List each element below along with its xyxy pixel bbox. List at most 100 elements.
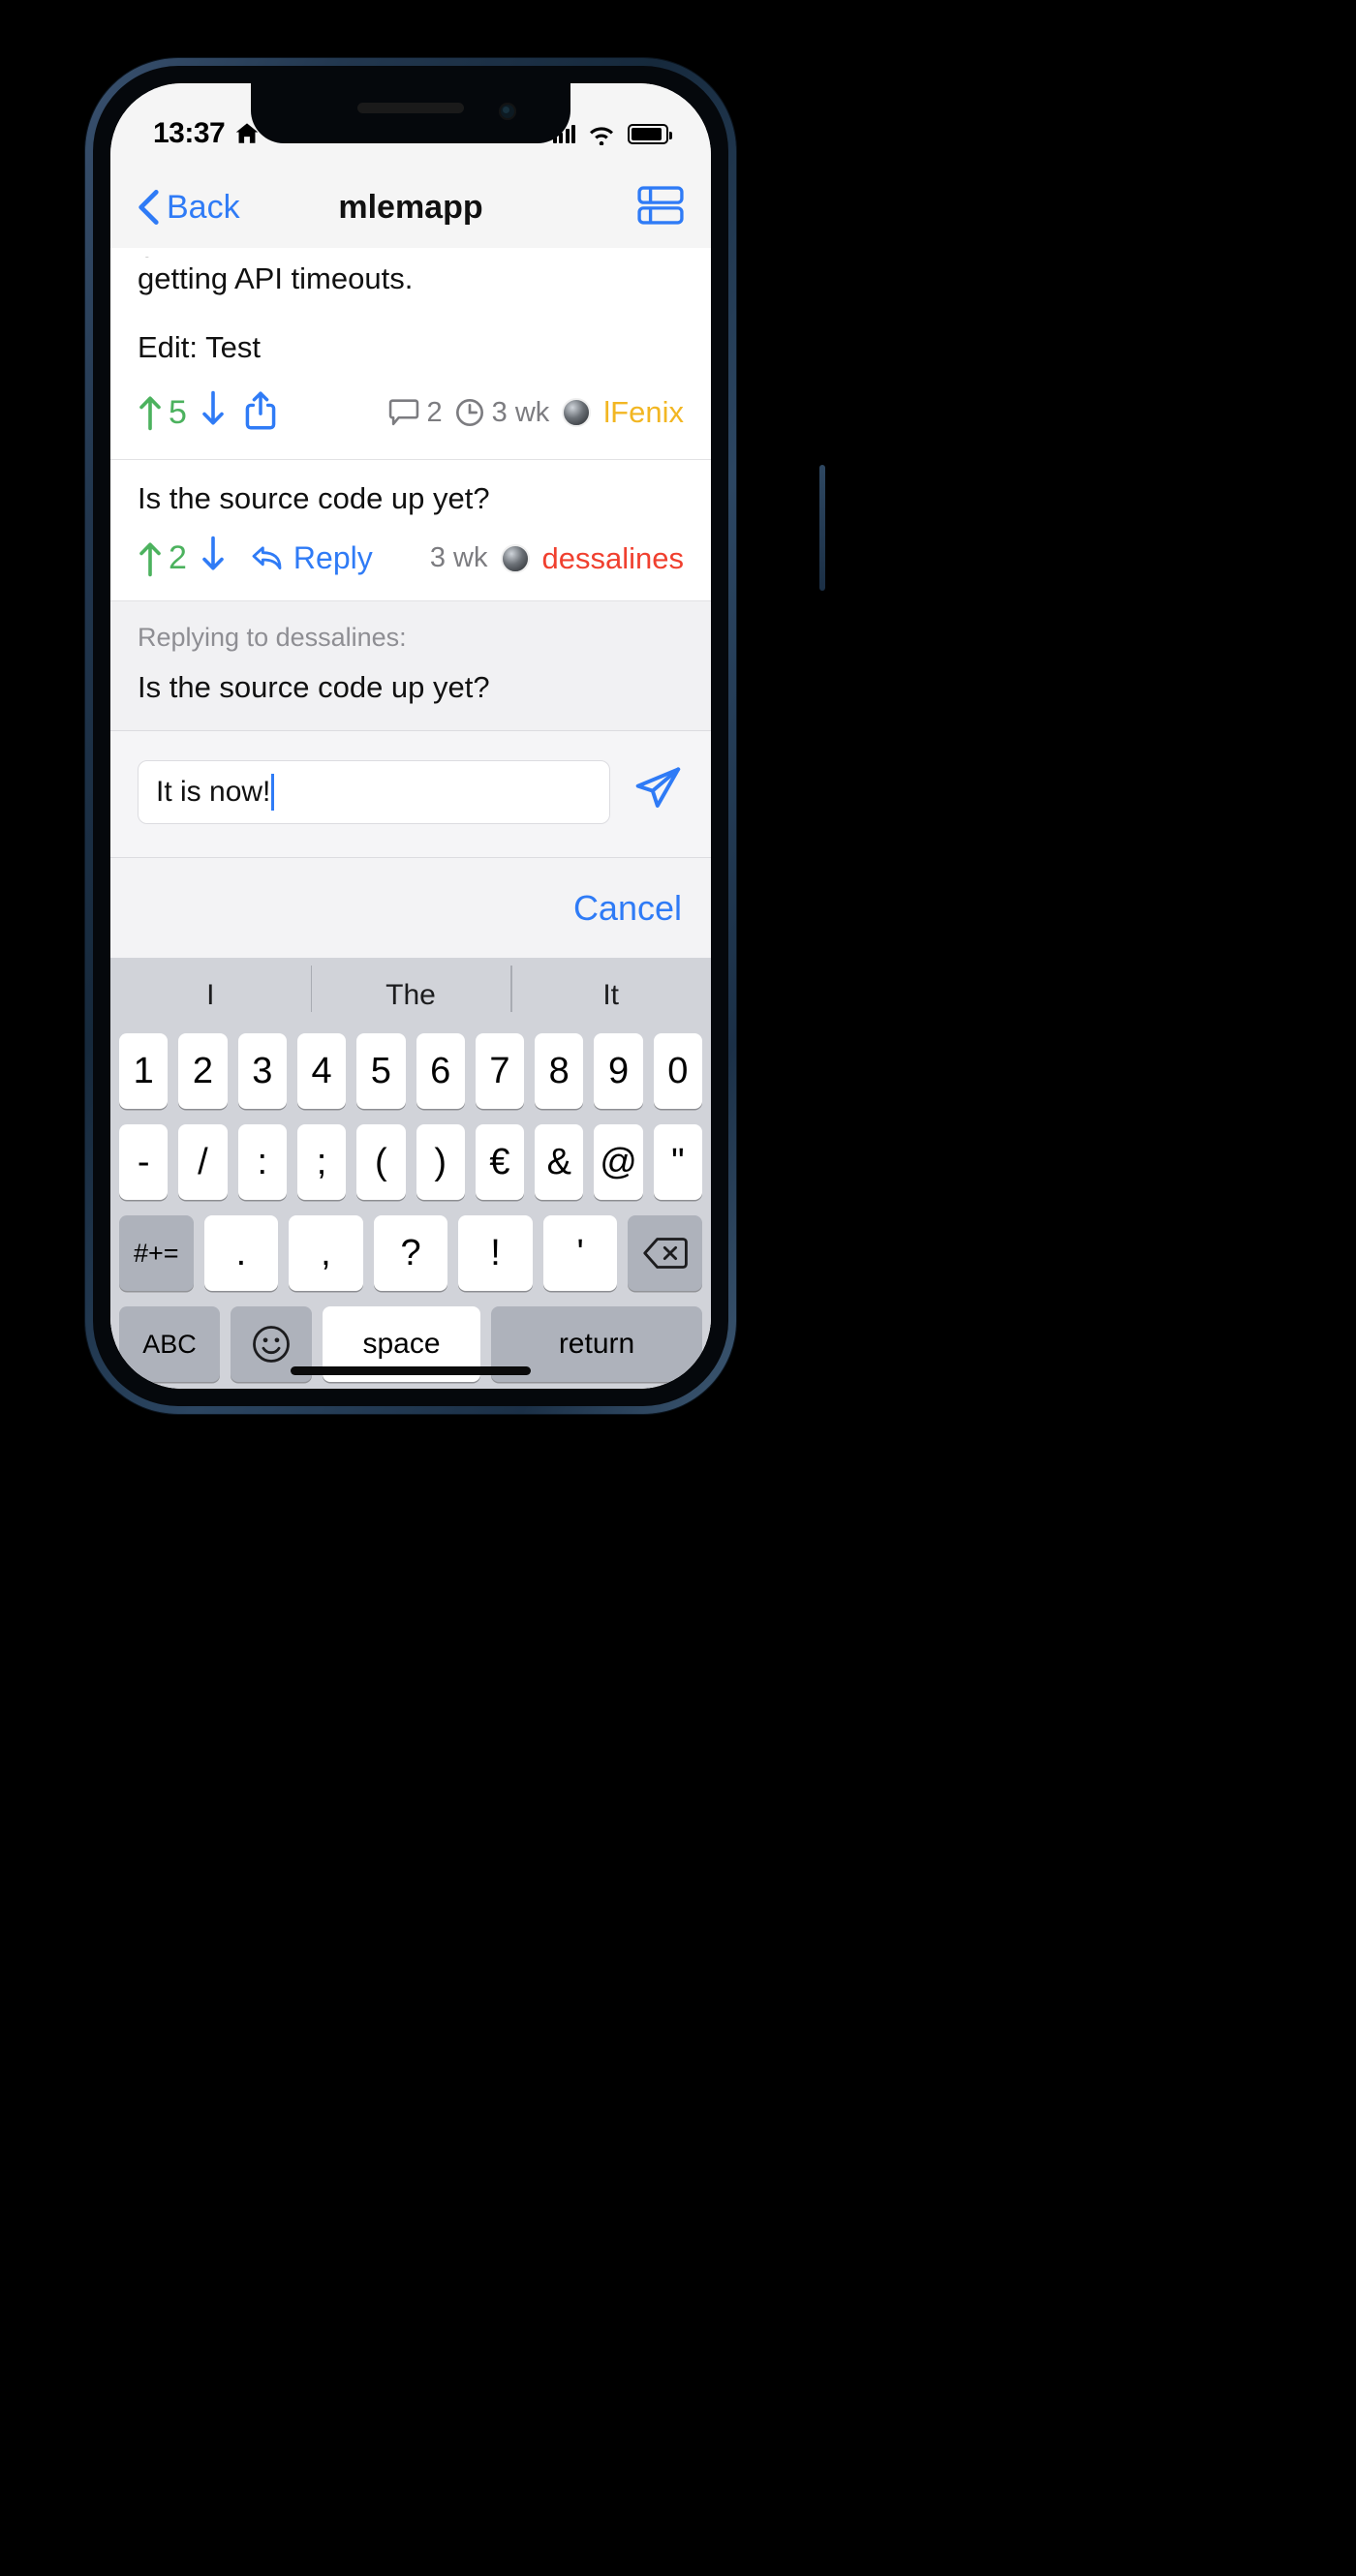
comment-reply-button[interactable]: Reply <box>251 540 373 576</box>
phone-bezel: 13:37 Back mlemapp getting API timeouts.… <box>93 66 728 1406</box>
key-ampersand[interactable]: & <box>535 1124 584 1201</box>
comment-age: 3 wk <box>429 542 488 574</box>
post-comments-count: 2 <box>426 396 443 428</box>
post-action-row: 5 2 3 wk lFenix <box>110 364 711 459</box>
clock-icon <box>455 399 483 427</box>
comment-upvote-button[interactable]: 2 <box>138 539 187 577</box>
comment-score: 2 <box>169 539 187 577</box>
key-abc[interactable]: ABC <box>119 1306 220 1383</box>
keyboard-row-punctuation: #+= . , ? ! ' <box>110 1215 711 1292</box>
earpiece-speaker <box>357 103 464 113</box>
post-body: p... ...y... ...y... ...y getting API ti… <box>110 248 711 365</box>
battery-icon <box>628 123 672 144</box>
key-paren-open[interactable]: ( <box>356 1124 406 1201</box>
key-paren-close[interactable]: ) <box>416 1124 465 1201</box>
post-line-2: Edit: Test <box>138 329 261 364</box>
key-at[interactable]: @ <box>594 1124 643 1201</box>
post-score: 5 <box>169 393 187 431</box>
post-meta-group: 2 3 wk lFenix <box>388 395 684 430</box>
comment-text: Is the source code up yet? <box>138 481 490 516</box>
key-hyphen[interactable]: - <box>119 1124 169 1201</box>
avatar <box>562 398 592 428</box>
comment-meta-group: 3 wk dessalines <box>430 541 684 576</box>
home-indicator <box>291 1366 531 1375</box>
key-period[interactable]: . <box>203 1215 279 1292</box>
key-8[interactable]: 8 <box>535 1033 584 1110</box>
send-paper-plane-icon <box>635 767 681 808</box>
post-share-button[interactable] <box>245 391 276 435</box>
key-2[interactable]: 2 <box>178 1033 228 1110</box>
content-area: p... ...y... ...y... ...y getting API ti… <box>110 248 711 1389</box>
prediction-3[interactable]: It <box>510 966 711 1013</box>
post-clipped-line: p... ...y... ...y... ...y <box>138 248 684 258</box>
comment-item: Is the source code up yet? 2 Reply 3 wk … <box>110 460 711 601</box>
key-euro[interactable]: € <box>475 1124 525 1201</box>
post-line-1: getting API timeouts. <box>138 261 414 295</box>
reply-arrow-icon <box>252 546 282 570</box>
predictive-bar: I The It <box>110 958 711 1033</box>
reply-input[interactable]: It is now! <box>138 760 610 825</box>
share-icon <box>245 391 276 430</box>
chevron-left-icon <box>139 190 159 225</box>
screenshot-root: 13:37 Back mlemapp getting API timeouts.… <box>0 0 1356 2576</box>
wifi-icon <box>590 127 613 145</box>
phone-screen: 13:37 Back mlemapp getting API timeouts.… <box>110 83 711 1389</box>
phone-frame: 13:37 Back mlemapp getting API timeouts.… <box>85 58 825 1414</box>
emoji-smiley-icon <box>253 1326 290 1364</box>
back-button-label: Back <box>167 188 240 226</box>
key-delete[interactable] <box>628 1215 703 1292</box>
key-semicolon[interactable]: ; <box>296 1124 347 1201</box>
avatar <box>500 543 530 573</box>
key-0[interactable]: 0 <box>653 1033 702 1110</box>
key-question[interactable]: ? <box>373 1215 448 1292</box>
status-bar-left: 13:37 <box>153 117 261 150</box>
post-author[interactable]: lFenix <box>603 395 684 430</box>
notch <box>251 83 570 143</box>
reply-input-value: It is now! <box>156 776 271 809</box>
key-comma[interactable]: , <box>289 1215 363 1292</box>
arrow-down-icon <box>202 537 224 570</box>
cancel-button[interactable]: Cancel <box>573 888 682 929</box>
on-screen-keyboard: I The It 1 2 3 4 5 6 7 8 9 0 - /: ; ()… <box>110 958 711 1389</box>
replying-to-quote: Is the source code up yet? <box>138 670 490 705</box>
key-symbols-toggle[interactable]: #+= <box>118 1215 194 1292</box>
keyboard-row-symbols: - / : ; ( ) € & @ " <box>110 1124 711 1201</box>
status-bar-time: 13:37 <box>153 117 226 149</box>
post-age-label: 3 wk <box>491 396 550 428</box>
send-button[interactable] <box>632 764 684 821</box>
status-bar-right <box>552 122 672 145</box>
key-quote[interactable]: " <box>653 1124 702 1201</box>
key-apostrophe[interactable]: ' <box>542 1215 618 1292</box>
replying-to-banner: Replying to dessalines: Is the source co… <box>110 600 711 731</box>
back-button[interactable]: Back <box>138 189 240 227</box>
key-exclamation[interactable]: ! <box>458 1215 533 1292</box>
prediction-2[interactable]: The <box>310 966 511 1013</box>
comment-reply-label: Reply <box>293 540 373 576</box>
post-comments[interactable]: 2 <box>388 397 443 429</box>
navigation-bar: Back mlemapp <box>110 167 711 248</box>
layout-sidebar-icon[interactable] <box>637 185 684 230</box>
key-slash[interactable]: / <box>178 1124 228 1201</box>
key-7[interactable]: 7 <box>475 1033 525 1110</box>
key-4[interactable]: 4 <box>296 1033 347 1110</box>
arrow-up-icon <box>139 542 161 577</box>
post-vote-group: 5 <box>138 390 276 436</box>
replying-to-label: Replying to dessalines: <box>138 623 407 653</box>
comment-bubble-icon <box>388 399 418 426</box>
post-downvote-button[interactable] <box>200 390 226 436</box>
power-button[interactable] <box>819 465 825 591</box>
comment-author[interactable]: dessalines <box>542 541 684 576</box>
cancel-bar: Cancel <box>110 857 711 959</box>
post-upvote-button[interactable]: 5 <box>138 394 187 432</box>
compose-bar: It is now! <box>110 730 711 858</box>
layout-sidebar-glyph <box>637 185 684 225</box>
key-6[interactable]: 6 <box>416 1033 465 1110</box>
key-9[interactable]: 9 <box>594 1033 643 1110</box>
arrow-down-icon <box>202 390 224 425</box>
prediction-1[interactable]: I <box>110 979 311 1012</box>
key-3[interactable]: 3 <box>237 1033 287 1110</box>
key-colon[interactable]: : <box>237 1124 287 1201</box>
key-5[interactable]: 5 <box>356 1033 406 1110</box>
comment-downvote-button[interactable] <box>200 536 226 581</box>
key-1[interactable]: 1 <box>119 1033 169 1110</box>
